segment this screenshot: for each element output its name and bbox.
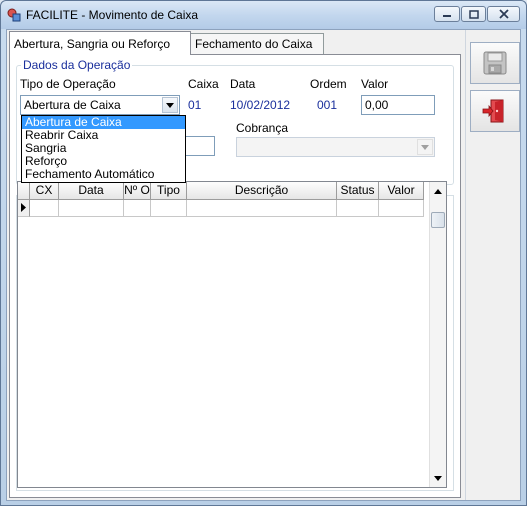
window-title: FACILITE - Movimento de Caixa [26,8,199,22]
minimize-icon [443,15,451,17]
title-bar[interactable]: FACILITE - Movimento de Caixa [1,1,526,29]
close-button[interactable] [487,6,520,22]
main-window: FACILITE - Movimento de Caixa Abertura, … [0,0,527,506]
col-header-valor[interactable]: Valor [379,182,424,200]
tipo-operacao-value: Abertura de Caixa [24,98,121,112]
row-indicator-header [18,182,30,200]
current-row-arrow-icon [21,203,26,212]
col-header-status[interactable]: Status [337,182,379,200]
tab-abertura[interactable]: Abertura, Sangria ou Reforço [9,31,191,55]
exit-button[interactable] [470,90,520,132]
tipo-label: Tipo de Operação [20,77,116,91]
chevron-down-icon[interactable] [162,97,178,113]
save-button[interactable] [470,42,520,84]
table-cell[interactable] [30,200,59,217]
cobranca-label: Cobrança [236,121,289,135]
scroll-up-button[interactable] [430,183,446,199]
table-cell[interactable] [187,200,337,217]
ordem-label: Ordem [310,77,347,91]
chevron-down-icon[interactable] [417,139,433,155]
data-value: 10/02/2012 [230,98,291,112]
data-label: Data [230,77,256,91]
col-header-tipo[interactable]: Tipo [151,182,187,200]
floppy-disk-icon [483,51,507,75]
app-icon [7,8,21,22]
scroll-up-icon [434,188,442,194]
table-cell[interactable] [124,200,151,217]
col-header-cx[interactable]: CX [30,182,59,200]
table-cell[interactable] [59,200,124,217]
scroll-down-icon [434,475,442,481]
col-header-numero[interactable]: Nº O [124,182,151,200]
maximize-icon [468,9,479,19]
table-cell[interactable] [379,200,424,217]
ordem-value: 001 [317,98,338,112]
exit-door-icon [482,99,504,123]
valor-label: Valor [361,77,389,91]
col-header-descricao[interactable]: Descrição [187,182,337,200]
scroll-thumb[interactable] [431,212,445,228]
tipo-operacao-select[interactable]: Abertura de Caixa [20,95,180,115]
tab-fechamento[interactable]: Fechamento do Caixa [190,33,324,55]
caixa-value: 01 [188,98,202,112]
movement-grid[interactable]: CX Data Nº O Tipo Descrição Status Valor [17,181,447,488]
table-cell[interactable] [337,200,379,217]
group-legend: Dados da Operação [21,58,133,72]
tipo-operacao-dropdown-list[interactable]: Abertura de Caixa Reabrir Caixa Sangria … [21,115,186,183]
table-cell[interactable] [151,200,187,217]
client-area: Abertura, Sangria ou Reforço Fechamento … [6,29,521,501]
caixa-label: Caixa [188,77,219,91]
scroll-down-button[interactable] [430,470,446,486]
row-indicator[interactable] [18,200,30,217]
col-header-data[interactable]: Data [59,182,124,200]
maximize-button[interactable] [461,6,486,22]
toolbar-separator [465,30,466,500]
valor-input[interactable]: 0,00 [361,95,435,115]
close-icon [498,9,509,19]
minimize-button[interactable] [434,6,460,22]
cobranca-select[interactable] [236,137,435,157]
dropdown-option-fechamento-automatico[interactable]: Fechamento Automático [22,168,185,181]
vertical-scrollbar[interactable] [429,182,446,487]
